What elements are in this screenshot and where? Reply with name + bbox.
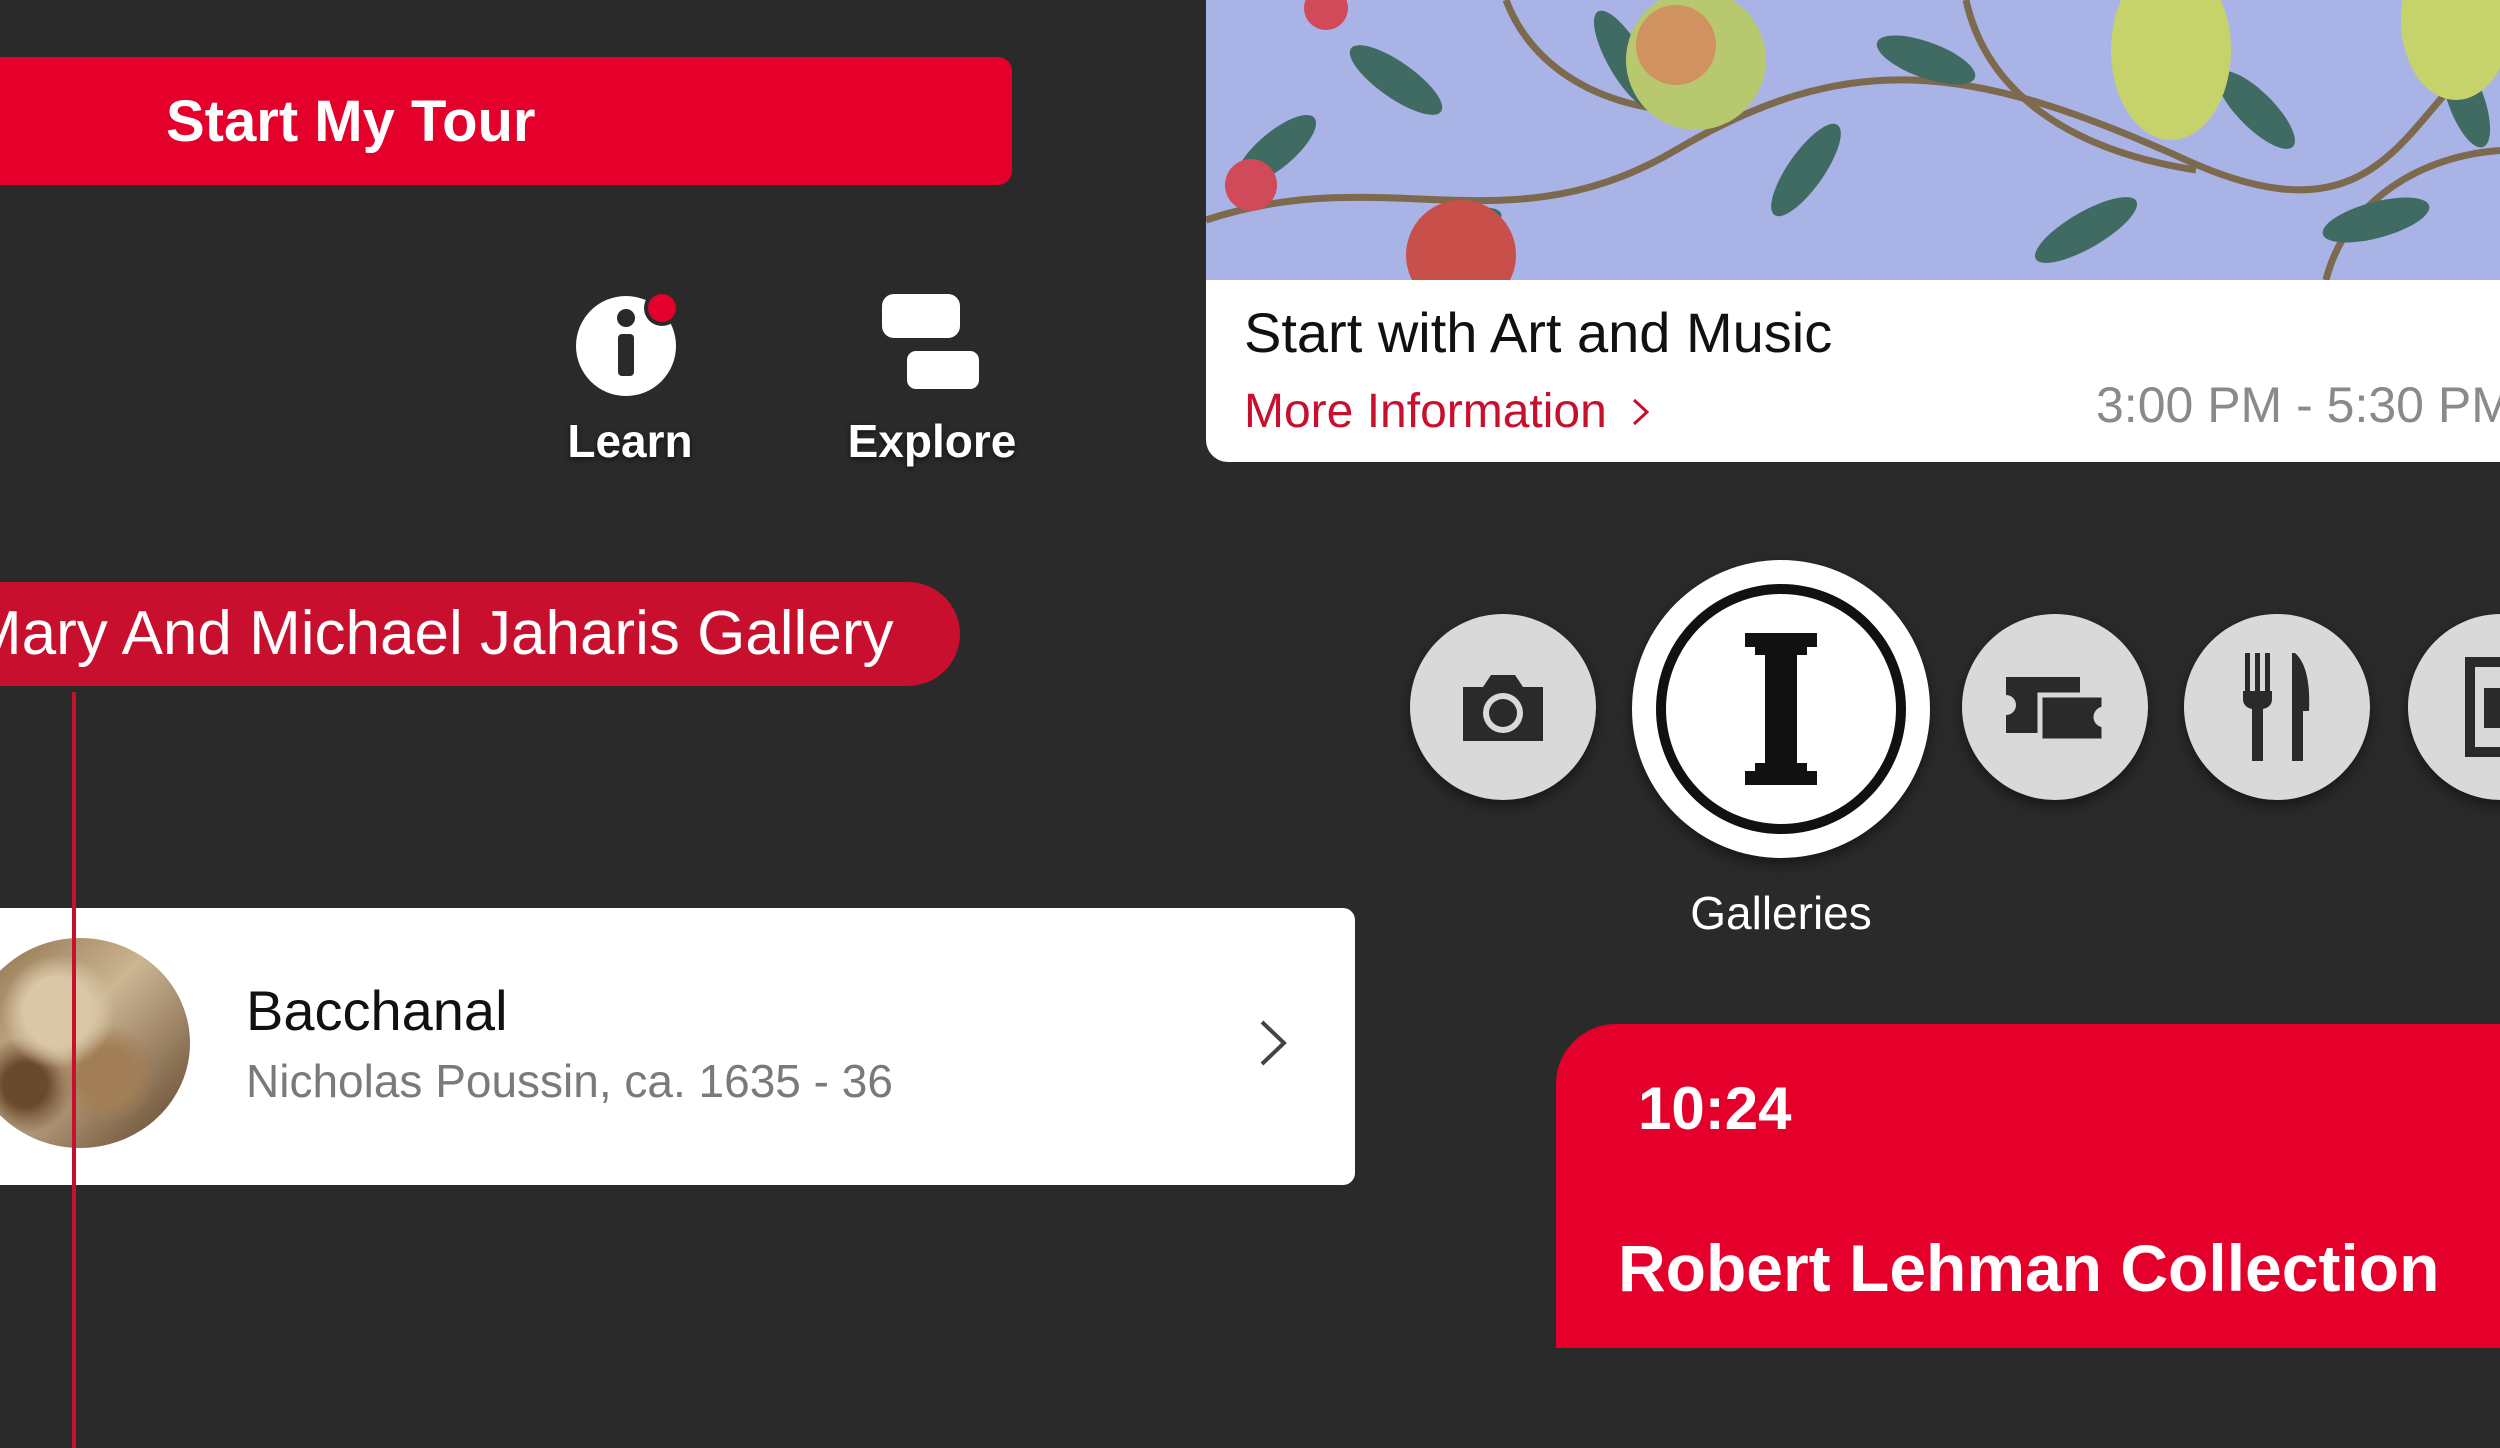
event-card[interactable]: Start with Art and Music More Informatio…: [1206, 0, 2500, 462]
dining-icon: [2243, 653, 2310, 761]
explore-icon: [872, 282, 992, 402]
nav-dining-button[interactable]: [2184, 614, 2370, 800]
gallery-name: Mary And Michael Jaharis Gallery: [0, 599, 894, 668]
notification-dot-icon: [648, 294, 676, 322]
event-time: 3:00 PM - 5:30 PM: [2096, 377, 2500, 433]
gallery-header: Mary And Michael Jaharis Gallery: [0, 582, 960, 686]
column-icon: [1745, 633, 1817, 785]
learn-label: Learn: [567, 415, 693, 467]
start-my-tour-label: Start My Tour: [166, 88, 536, 154]
tour-time: 10:24: [1638, 1075, 1792, 1142]
explore-label: Explore: [847, 415, 1017, 467]
nav-galleries-label: Galleries: [1690, 887, 1872, 939]
info-icon: [570, 282, 690, 402]
shop-icon: [2465, 657, 2500, 757]
artwork-subtitle: Nicholas Poussin, ca. 1635 - 36: [246, 1055, 893, 1107]
learn-button[interactable]: Learn: [510, 282, 750, 502]
timeline-line-overlay: [72, 908, 76, 1185]
artwork-card[interactable]: Bacchanal Nicholas Poussin, ca. 1635 - 3…: [0, 908, 1355, 1185]
event-image: [1206, 0, 2500, 280]
chevron-right-icon: [1632, 398, 1650, 425]
selected-ring: [1656, 584, 1906, 834]
more-information-label: More Information: [1244, 385, 1607, 438]
tour-name: Robert Lehman Collection: [1618, 1231, 2440, 1305]
more-information-link[interactable]: More Information: [1244, 384, 1653, 439]
nav-tickets-button[interactable]: [1962, 614, 2148, 800]
camera-icon: [1463, 675, 1543, 741]
chevron-right-icon: [1260, 1020, 1287, 1066]
nav-photo-button[interactable]: [1410, 614, 1596, 800]
event-title: Start with Art and Music: [1244, 301, 1833, 364]
tour-card[interactable]: 10:24 Robert Lehman Collection: [1556, 1024, 2500, 1348]
artwork-thumbnail: [0, 938, 190, 1148]
start-my-tour-button[interactable]: Start My Tour: [0, 57, 1012, 185]
explore-button[interactable]: Explore: [812, 282, 1052, 502]
nav-galleries-button[interactable]: [1632, 560, 1930, 858]
ticket-icon: [2006, 677, 2107, 744]
nav-shop-button[interactable]: [2408, 614, 2500, 800]
artwork-title: Bacchanal: [246, 979, 508, 1042]
